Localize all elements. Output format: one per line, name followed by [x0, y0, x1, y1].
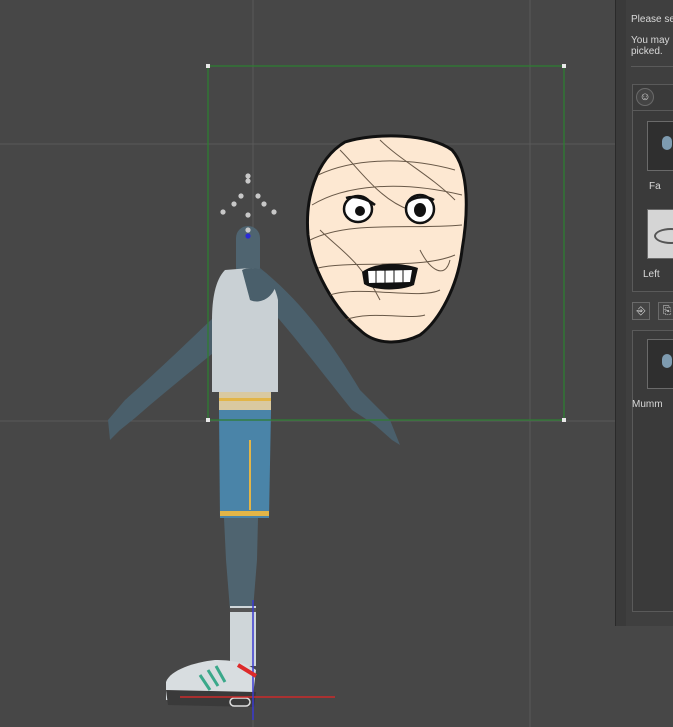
- mummy-head-sprite[interactable]: [306, 134, 468, 344]
- guide-lines: [0, 0, 615, 727]
- face-template-thumb-1[interactable]: [647, 121, 673, 171]
- panel-inner: Please se You may i picked. ☺ Fa Left ⎆ …: [626, 0, 673, 626]
- handle-bottom-left[interactable]: [206, 418, 210, 422]
- divider: [631, 66, 673, 67]
- face-template-list: Fa Left: [632, 110, 673, 292]
- import-icon[interactable]: ⎆: [632, 302, 650, 320]
- shorts: [219, 410, 271, 518]
- face-template-thumb-2[interactable]: [647, 209, 673, 259]
- head-control-points[interactable]: [220, 173, 277, 239]
- handle-top-left[interactable]: [206, 64, 210, 68]
- sprite-label-mummy: Mumm: [632, 399, 663, 410]
- face-thumb-icon: [662, 136, 672, 150]
- face-template-label-1: Fa: [649, 181, 661, 192]
- right-panel: Please se You may i picked. ☺ Fa Left ⎆ …: [615, 0, 673, 626]
- face-template-label-2: Left: [643, 269, 660, 280]
- viewport-canvas[interactable]: [0, 0, 673, 727]
- face-toolbar: ☺: [632, 84, 673, 112]
- face-icon[interactable]: ☺: [636, 88, 654, 106]
- panel-instruction-1: Please se: [631, 14, 673, 25]
- panel-instruction-3: picked.: [631, 46, 663, 57]
- sprite-list: Mumm: [632, 330, 673, 612]
- export-icon[interactable]: ⎘: [658, 302, 673, 320]
- leg: [224, 518, 258, 610]
- sprite-thumb-icon: [662, 354, 672, 368]
- eye-thumb-icon: [654, 228, 673, 244]
- handle-bottom-right[interactable]: [562, 418, 566, 422]
- sprite-thumb-mummy[interactable]: [647, 339, 673, 389]
- sock: [230, 606, 256, 666]
- handle-top-right[interactable]: [562, 64, 566, 68]
